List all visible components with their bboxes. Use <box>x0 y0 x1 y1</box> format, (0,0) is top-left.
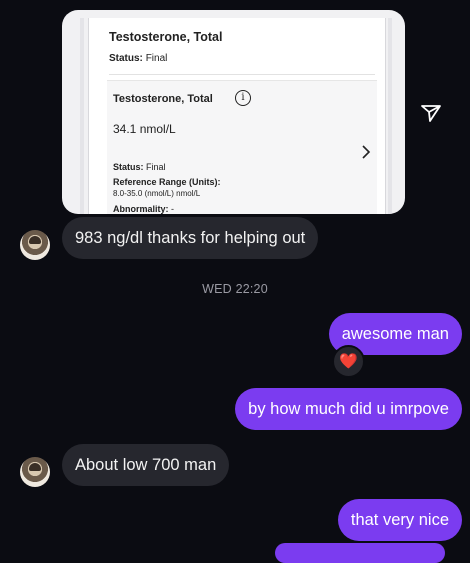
abnormality-label: Abnormality: <box>113 204 169 214</box>
result-status-label: Status: <box>113 162 144 172</box>
reference-range-label: Reference Range (Units): <box>113 177 221 187</box>
message-bubble-outgoing[interactable]: by how much did u imrpove <box>235 388 462 430</box>
report-title: Testosterone, Total <box>109 30 223 44</box>
avatar[interactable] <box>20 457 50 487</box>
report-status: Status: Final <box>109 53 167 64</box>
result-status: Status: Final <box>113 162 166 172</box>
heart-reaction-icon[interactable]: ❤️ <box>332 345 365 378</box>
message-bubble-outgoing[interactable]: that very nice <box>337 499 462 541</box>
result-row[interactable]: Testosterone, Total i 34.1 nmol/L Status… <box>107 80 377 214</box>
result-value: 34.1 nmol/L <box>113 122 176 136</box>
shared-image-card[interactable]: Testosterone, Total Status: Final Testos… <box>62 10 405 214</box>
report-status-value: Final <box>145 53 168 64</box>
message-bubble-incoming[interactable]: 983 ng/dl thanks for helping out <box>62 217 319 259</box>
message-bubble-partial <box>275 543 445 563</box>
reference-range-value: 8.0-35.0 (nmol/L) nmol/L <box>113 189 201 198</box>
chevron-right-icon[interactable] <box>360 144 372 160</box>
avatar[interactable] <box>20 230 50 260</box>
card-edge-right <box>388 18 392 214</box>
card-edge-left <box>80 18 84 214</box>
info-icon[interactable]: i <box>235 90 251 106</box>
abnormality: Abnormality: - <box>113 204 174 214</box>
lab-report: Testosterone, Total Status: Final Testos… <box>88 18 386 214</box>
abnormality-value: - <box>171 204 175 214</box>
report-status-label: Status: <box>109 53 143 64</box>
message-timestamp: WED 22:20 <box>202 282 268 296</box>
paper-plane-icon[interactable] <box>418 100 444 126</box>
message-bubble-incoming[interactable]: About low 700 man <box>62 444 230 486</box>
result-title: Testosterone, Total <box>113 93 213 105</box>
divider <box>109 74 375 75</box>
result-status-value: Final <box>146 162 166 172</box>
